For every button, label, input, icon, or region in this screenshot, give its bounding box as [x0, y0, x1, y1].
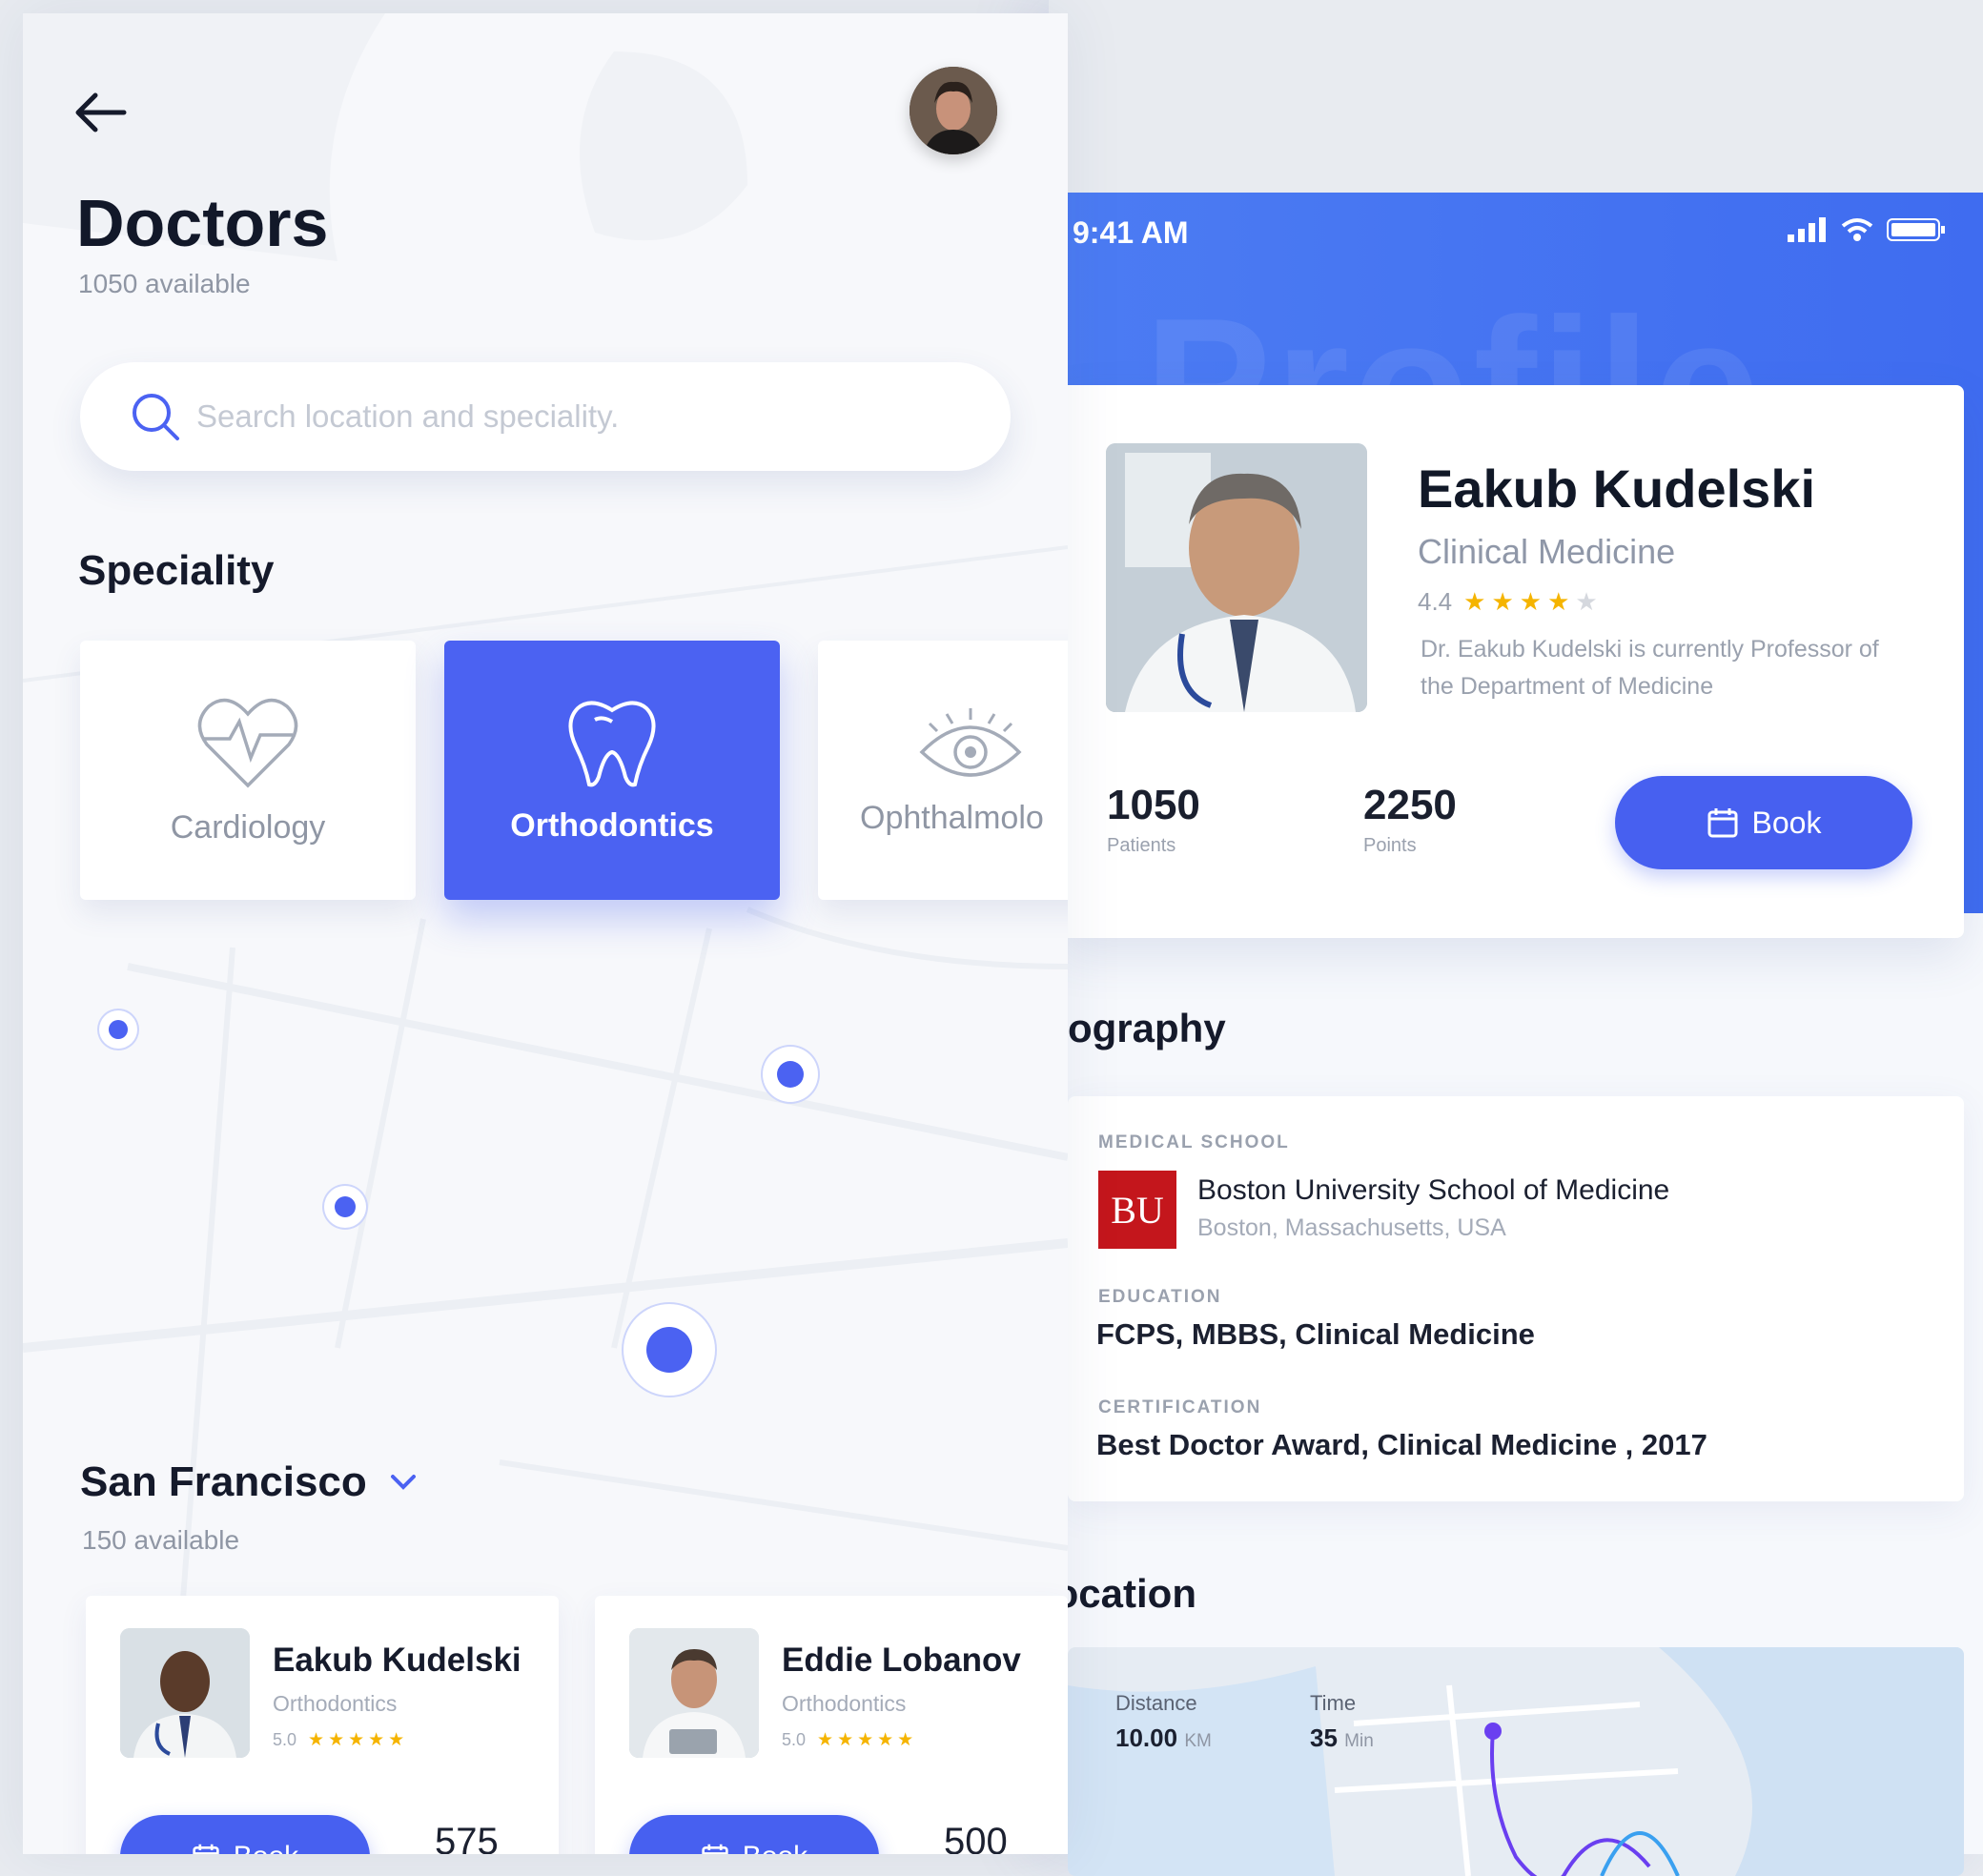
patients-label: Patients	[1107, 835, 1176, 856]
doctor-card-photo	[629, 1628, 759, 1758]
rating-value: 4.4	[1418, 587, 1453, 616]
doctor-card-name: Eddie Lobanov	[782, 1642, 1021, 1679]
location-heading: Location	[1049, 1571, 1196, 1616]
speciality-label: Orthodontics	[510, 806, 714, 844]
heartbeat-icon	[197, 698, 298, 787]
time-value-row: 35 Min	[1310, 1723, 1374, 1753]
time-value: 35	[1310, 1723, 1338, 1752]
doctor-card-book-button[interactable]: Book	[629, 1815, 879, 1854]
speciality-card-cardiology[interactable]: Cardiology	[80, 641, 416, 900]
search-input[interactable]	[194, 398, 980, 436]
city-name: San Francisco	[80, 1458, 367, 1505]
city-available-count: 150 available	[82, 1525, 240, 1555]
patients-stat: 1050 Patients	[1107, 782, 1200, 857]
distance-label: Distance	[1115, 1691, 1197, 1715]
speciality-label: Ophthalmolo	[860, 799, 1044, 836]
star-icons: ★★★★★	[1463, 587, 1604, 617]
distance-value: 10.00	[1115, 1723, 1178, 1752]
search-icon	[133, 394, 179, 440]
speciality-card-ophthalmology[interactable]: Ophthalmolo	[818, 641, 1068, 900]
school-location: Boston, Massachusetts, USA	[1197, 1214, 1506, 1241]
status-icons	[1788, 217, 1946, 242]
map-pin[interactable]	[99, 1010, 137, 1049]
user-avatar[interactable]	[910, 67, 997, 154]
doctor-card-book-button[interactable]: Book	[120, 1815, 370, 1854]
school-name: Boston University School of Medicine	[1197, 1174, 1670, 1206]
eye-icon	[919, 707, 1022, 777]
tooth-icon	[568, 701, 656, 786]
route-map-graphic	[1068, 1647, 1964, 1876]
patients-count: 1050	[1107, 782, 1200, 828]
doctor-card[interactable]: Eakub Kudelski Orthodontics 5.0★★★★★ Boo…	[86, 1596, 559, 1854]
points-label: Points	[1363, 835, 1417, 856]
doctors-screen: Doctors 1050 available Speciality Cardio…	[23, 13, 1068, 1854]
stars-filled: ★★★★	[1463, 587, 1576, 616]
doctor-card[interactable]: Eddie Lobanov Orthodontics 5.0★★★★★ Book…	[595, 1596, 1068, 1854]
battery-icon	[1887, 218, 1945, 241]
doctor-card-photo	[120, 1628, 250, 1758]
profile-backdrop	[1049, 0, 1983, 193]
map-pin[interactable]	[324, 1186, 366, 1228]
page-title: Doctors	[76, 186, 329, 260]
distance-unit: KM	[1184, 1731, 1212, 1751]
map-pin[interactable]	[763, 1047, 818, 1102]
bu-logo: BU	[1098, 1171, 1176, 1249]
education-caption: EDUCATION	[1098, 1287, 1222, 1307]
speciality-card-orthodontics[interactable]: Orthodontics	[444, 641, 780, 900]
city-selector[interactable]: San Francisco	[80, 1458, 417, 1506]
star-icons: ★★★★★	[308, 1730, 409, 1750]
doctor-photo	[1106, 443, 1367, 712]
book-button-label: Book	[1751, 805, 1822, 840]
biography-heading: Biography	[1049, 1006, 1226, 1050]
doctor-card-count: 500	[944, 1821, 1008, 1854]
medical-school-caption: MEDICAL SCHOOL	[1098, 1132, 1290, 1152]
star-icons: ★★★★★	[817, 1730, 918, 1750]
doctor-card-speciality: Orthodontics	[273, 1691, 398, 1716]
speciality-heading: Speciality	[78, 547, 275, 594]
wifi-icon	[1841, 218, 1873, 241]
doctor-speciality: Clinical Medicine	[1418, 532, 1676, 571]
book-button[interactable]: Book	[1615, 776, 1912, 869]
doctor-card-speciality: Orthodontics	[782, 1691, 907, 1716]
doctor-card-count: 575	[435, 1821, 499, 1854]
doctor-card-rating: 5.0 ★★★★★	[273, 1730, 409, 1750]
time-unit: Min	[1344, 1731, 1374, 1751]
calendar-icon	[702, 1844, 728, 1854]
calendar-icon	[1707, 808, 1738, 838]
back-arrow-icon[interactable]	[74, 92, 128, 133]
education-value: FCPS, MBBS, Clinical Medicine	[1096, 1317, 1535, 1351]
doctor-name: Eakub Kudelski	[1418, 459, 1816, 519]
map-pin-selected[interactable]	[624, 1304, 715, 1396]
stars-empty: ★	[1575, 587, 1604, 616]
distance-value-row: 10.00 KM	[1115, 1723, 1212, 1753]
certification-value: Best Doctor Award, Clinical Medicine , 2…	[1096, 1428, 1707, 1461]
signal-icon	[1788, 217, 1826, 242]
speciality-label: Cardiology	[170, 808, 326, 846]
available-count: 1050 available	[78, 269, 251, 298]
doctor-bio-short: Dr. Eakub Kudelski is currently Professo…	[1421, 636, 1879, 700]
time-label: Time	[1310, 1691, 1357, 1715]
search-bar[interactable]	[80, 362, 1011, 471]
doctor-rating: 4.4 ★★★★★	[1418, 587, 1604, 617]
points-stat: 2250 Points	[1363, 782, 1457, 857]
doctor-card-name: Eakub Kudelski	[273, 1642, 521, 1679]
chevron-down-icon	[390, 1475, 416, 1490]
status-time: 9:41 AM	[1073, 215, 1189, 250]
location-map[interactable]	[1068, 1647, 1964, 1876]
certification-caption: CERTIFICATION	[1098, 1397, 1262, 1417]
points-count: 2250	[1363, 782, 1457, 828]
doctor-card-rating: 5.0 ★★★★★	[782, 1730, 918, 1750]
calendar-icon	[193, 1844, 219, 1854]
